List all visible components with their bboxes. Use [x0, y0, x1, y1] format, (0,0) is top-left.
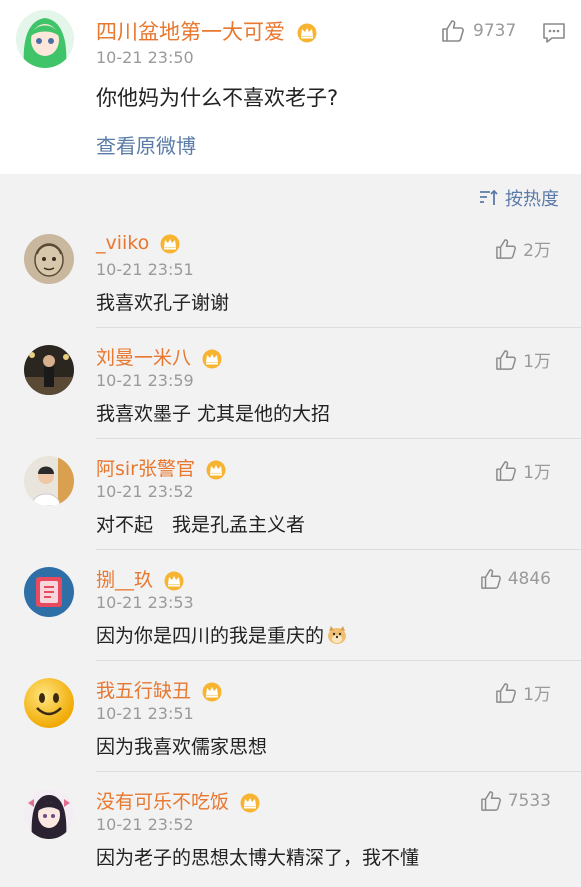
reply-like-count: 1万	[523, 352, 551, 372]
doge-emoji	[328, 626, 347, 644]
main-author[interactable]: 四川盆地第一大可爱	[96, 16, 318, 46]
reply-avatar[interactable]	[24, 678, 74, 728]
reply-like-count: 1万	[523, 463, 551, 483]
thumbs-up-icon	[496, 238, 517, 259]
sort-label: 按热度	[505, 189, 559, 210]
main-comment-text: 你他妈为什么不喜欢老子?	[96, 86, 339, 110]
main-timestamp: 10-21 23:50	[96, 48, 194, 67]
reply-like-button[interactable]: 1万	[495, 680, 551, 705]
reply-like-count: 7533	[507, 791, 551, 811]
reply-avatar[interactable]	[24, 345, 74, 395]
reply-author-name[interactable]: 刘曼一米八	[96, 347, 191, 369]
crown-icon	[164, 571, 184, 590]
main-like-count: 9737	[473, 21, 517, 41]
reply-item: _viiko 10-21 23:51 我喜欢孔子谢谢 2万	[0, 222, 581, 332]
reply-avatar[interactable]	[24, 789, 74, 839]
main-like-button[interactable]: 9737	[441, 20, 516, 42]
sort-bar: 按热度	[0, 174, 581, 222]
thumbs-up-icon	[496, 460, 517, 481]
reply-avatar[interactable]	[24, 456, 74, 506]
message-icon[interactable]	[542, 22, 566, 44]
crown-icon	[160, 234, 180, 253]
reply-author-name[interactable]: 没有可乐不吃饭	[96, 791, 229, 813]
reply-timestamp: 10-21 23:59	[96, 371, 194, 390]
crown-icon	[202, 349, 222, 368]
reply-like-count: 2万	[523, 241, 551, 261]
crown-icon	[206, 460, 226, 479]
reply-like-count: 4846	[507, 569, 551, 589]
main-avatar[interactable]	[16, 10, 74, 68]
reply-author[interactable]: _viiko	[96, 232, 181, 254]
reply-text: 我喜欢墨子 尤其是他的大招	[96, 403, 331, 425]
reply-like-button[interactable]: 1万	[495, 347, 551, 372]
reply-text: 因为我喜欢儒家思想	[96, 736, 268, 758]
reply-author[interactable]: 刘曼一米八	[96, 343, 223, 370]
thumbs-up-icon	[496, 349, 517, 370]
view-original-link[interactable]: 查看原微博	[96, 130, 196, 159]
reply-avatar[interactable]	[24, 234, 74, 284]
reply-timestamp: 10-21 23:53	[96, 593, 194, 612]
reply-like-button[interactable]: 4846	[480, 569, 551, 589]
crown-icon	[297, 23, 317, 43]
reply-timestamp: 10-21 23:52	[96, 815, 194, 834]
reply-author[interactable]: 我五行缺丑	[96, 676, 223, 703]
reply-avatar[interactable]	[24, 567, 74, 617]
reply-text: 因为你是四川的我是重庆的	[96, 625, 325, 647]
reply-timestamp: 10-21 23:52	[96, 482, 194, 501]
reply-text: 我喜欢孔子谢谢	[96, 292, 230, 314]
main-comment: 四川盆地第一大可爱 10-21 23:50 你他妈为什么不喜欢老子? 查看原微博…	[0, 0, 581, 174]
sort-icon	[480, 189, 498, 205]
divider	[96, 660, 581, 661]
reply-timestamp: 10-21 23:51	[96, 704, 194, 723]
crown-icon	[240, 793, 260, 812]
reply-author-name[interactable]: 捌__玖	[96, 569, 153, 591]
divider	[96, 438, 581, 439]
reply-author[interactable]: 阿sir张警官	[96, 454, 227, 481]
reply-author-name[interactable]: 阿sir张警官	[96, 458, 195, 480]
reply-like-button[interactable]: 2万	[495, 236, 551, 261]
divider	[96, 327, 581, 328]
reply-author[interactable]: 没有可乐不吃饭	[96, 787, 261, 814]
reply-like-button[interactable]: 7533	[480, 791, 551, 811]
divider	[96, 771, 581, 772]
reply-item: 捌__玖 10-21 23:53 因为你是四川的我是重庆的 4846	[0, 555, 581, 665]
reply-item: 我五行缺丑 10-21 23:51 因为我喜欢儒家思想 1万	[0, 666, 581, 776]
reply-item: 阿sir张警官 10-21 23:52 对不起 我是孔孟主义者 1万	[0, 444, 581, 554]
reply-text-row: 因为你是四川的我是重庆的	[96, 621, 348, 648]
thumbs-up-icon	[496, 682, 517, 703]
thumbs-up-icon	[480, 791, 501, 811]
reply-like-count: 1万	[523, 685, 551, 705]
reply-timestamp: 10-21 23:51	[96, 260, 194, 279]
reply-author-name[interactable]: 我五行缺丑	[96, 680, 191, 702]
thumbs-up-icon	[480, 569, 501, 589]
crown-icon	[202, 682, 222, 701]
reply-author[interactable]: 捌__玖	[96, 565, 185, 592]
reply-like-button[interactable]: 1万	[495, 458, 551, 483]
reply-text: 对不起 我是孔孟主义者	[96, 514, 306, 536]
reply-item: 刘曼一米八 10-21 23:59 我喜欢墨子 尤其是他的大招 1万	[0, 333, 581, 443]
main-author-name[interactable]: 四川盆地第一大可爱	[96, 20, 285, 44]
reply-author-name[interactable]: _viiko	[96, 232, 149, 254]
sort-by-heat-button[interactable]: 按热度	[479, 185, 559, 211]
divider	[96, 549, 581, 550]
thumbs-up-icon	[442, 20, 464, 42]
reply-text: 因为老子的思想太博大精深了，我不懂	[96, 847, 420, 869]
